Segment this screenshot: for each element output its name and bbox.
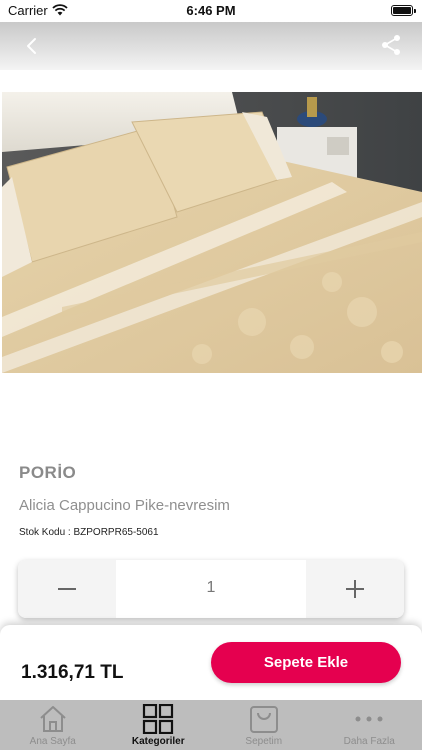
navigation-header	[0, 22, 422, 70]
tab-more[interactable]: Daha Fazla	[317, 700, 422, 750]
tab-bar: Ana Sayfa Kategoriler Sepetim Daha Fazla	[0, 700, 422, 750]
chevron-left-icon	[27, 38, 36, 54]
battery-icon	[391, 5, 416, 16]
decrease-quantity-button[interactable]	[18, 560, 116, 618]
share-icon	[382, 35, 400, 55]
bag-icon	[249, 706, 278, 733]
back-button[interactable]	[18, 32, 46, 60]
product-brand: PORİO	[19, 463, 77, 482]
tab-home-label: Ana Sayfa	[29, 736, 76, 747]
product-photo	[2, 92, 422, 373]
tab-cart-label: Sepetim	[245, 736, 283, 747]
tab-categories-label: Kategoriler	[131, 736, 185, 747]
quantity-value[interactable]: 1	[116, 579, 306, 597]
home-icon	[40, 706, 66, 732]
clock: 6:46 PM	[186, 3, 236, 18]
more-icon	[355, 716, 383, 722]
product-image[interactable]	[2, 92, 422, 373]
tab-cart[interactable]: Sepetim	[211, 700, 317, 750]
status-bar: Carrier 6:46 PM	[0, 0, 422, 22]
tab-home[interactable]: Ana Sayfa	[0, 700, 106, 750]
tab-more-label: Daha Fazla	[343, 736, 395, 747]
add-to-cart-button[interactable]: Sepete Ekle	[211, 642, 401, 683]
quantity-stepper: 1	[18, 560, 404, 618]
tab-categories[interactable]: Kategoriler	[106, 700, 212, 750]
product-price: 1.316,71 TL	[21, 662, 124, 683]
purchase-bar: 1.316,71 TL Sepete Ekle	[0, 625, 422, 701]
product-name: Alicia Cappucino Pike-nevresim	[19, 497, 230, 514]
product-sku: Stok Kodu : BZPORPR65-5061	[19, 527, 159, 538]
share-button[interactable]	[378, 32, 404, 58]
increase-quantity-button[interactable]	[306, 560, 404, 618]
grid-icon	[143, 704, 174, 734]
